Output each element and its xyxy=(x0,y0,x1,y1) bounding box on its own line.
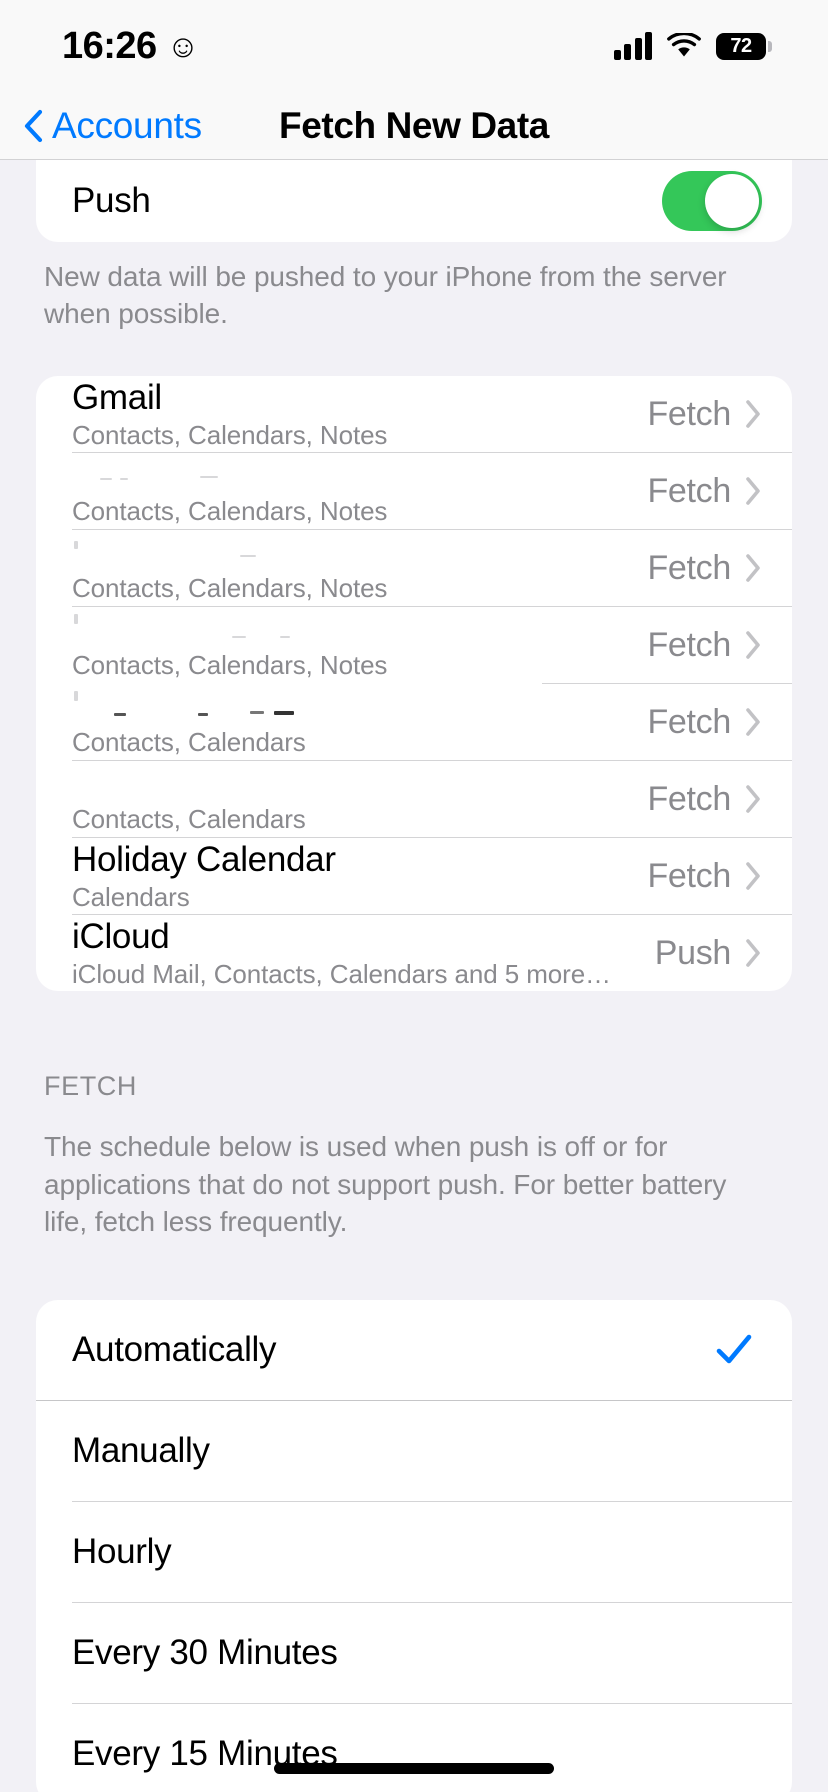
checkmark-icon xyxy=(714,1330,754,1370)
account-title-redacted xyxy=(72,764,647,802)
account-row-redacted-4[interactable]: Contacts, Calendars Fetch xyxy=(36,684,792,760)
cellular-signal-icon xyxy=(613,32,652,60)
account-subtitle: Calendars xyxy=(72,881,190,912)
push-card: Push xyxy=(36,160,792,242)
account-subtitle: Contacts, Calendars, Notes xyxy=(72,572,388,603)
account-row-redacted-1[interactable]: Contacts, Calendars, Notes Fetch xyxy=(36,453,792,529)
status-bar-clock: 16:26 xyxy=(62,24,157,67)
chevron-right-icon xyxy=(745,784,762,814)
account-row-main: Contacts, Calendars xyxy=(72,764,647,835)
account-value: Fetch xyxy=(647,856,731,895)
account-row-redacted-5[interactable]: Contacts, Calendars Fetch xyxy=(36,761,792,837)
fetch-schedule-card: Automatically Manually Hourly Every 30 M… xyxy=(36,1300,792,1792)
push-label: Push xyxy=(72,181,151,220)
account-subtitle: Contacts, Calendars xyxy=(72,726,306,757)
battery-tip xyxy=(768,40,772,52)
battery-percent-label: 72 xyxy=(716,32,766,60)
account-value: Fetch xyxy=(647,394,731,433)
chevron-right-icon xyxy=(745,476,762,506)
push-toggle[interactable] xyxy=(662,171,762,231)
account-subtitle: Contacts, Calendars, Notes xyxy=(72,419,388,450)
account-row-main: iCloud iCloud Mail, Contacts, Calendars … xyxy=(72,917,655,990)
fetch-option-automatically[interactable]: Automatically xyxy=(36,1300,792,1400)
account-row-main: Contacts, Calendars xyxy=(72,687,647,758)
push-toggle-knob xyxy=(705,174,759,228)
account-title: Gmail xyxy=(72,377,162,417)
fetch-option-label: Automatically xyxy=(72,1330,277,1370)
account-subtitle: Contacts, Calendars, Notes xyxy=(72,649,388,680)
account-value: Push xyxy=(654,933,732,972)
fetch-option-every-30-minutes[interactable]: Every 30 Minutes xyxy=(36,1603,792,1703)
home-indicator[interactable] xyxy=(274,1763,554,1774)
chevron-right-icon xyxy=(745,399,762,429)
battery-icon: 72 xyxy=(716,32,772,61)
chevron-right-icon xyxy=(745,938,762,968)
chevron-right-icon xyxy=(745,707,762,737)
account-row-main: Holiday Calendar Calendars xyxy=(72,840,647,913)
account-subtitle: Contacts, Calendars, Notes xyxy=(72,495,388,526)
push-footnote: New data will be pushed to your iPhone f… xyxy=(44,261,727,330)
account-value: Fetch xyxy=(647,625,731,664)
back-button[interactable]: Accounts xyxy=(0,105,202,147)
account-title-redacted xyxy=(72,456,647,494)
settings-scroll-view[interactable]: Push New data will be pushed to your iPh… xyxy=(0,160,828,1792)
account-value: Fetch xyxy=(647,471,731,510)
account-subtitle: iCloud Mail, Contacts, Calendars and 5 m… xyxy=(72,958,611,989)
fetch-option-manually[interactable]: Manually xyxy=(36,1401,792,1501)
account-value: Fetch xyxy=(647,548,731,587)
account-row-main: Contacts, Calendars, Notes xyxy=(72,610,647,681)
fetch-section-header: FETCH xyxy=(44,1071,137,1102)
account-row-gmail[interactable]: Gmail Contacts, Calendars, Notes Fetch xyxy=(36,376,792,452)
chevron-right-icon xyxy=(745,630,762,660)
fetch-option-hourly[interactable]: Hourly xyxy=(36,1502,792,1602)
account-title: iCloud xyxy=(72,916,170,956)
wifi-icon xyxy=(667,31,701,59)
fetch-option-label: Every 30 Minutes xyxy=(72,1633,338,1673)
status-bar-right: 72 xyxy=(613,31,772,61)
account-row-icloud[interactable]: iCloud iCloud Mail, Contacts, Calendars … xyxy=(36,915,792,991)
chevron-right-icon xyxy=(745,553,762,583)
account-title-redacted xyxy=(72,610,647,648)
account-title-redacted xyxy=(72,687,647,725)
status-bar: 16:26 ☺ 72 xyxy=(0,0,828,92)
account-row-redacted-3[interactable]: Contacts, Calendars, Notes Fetch xyxy=(36,607,792,683)
account-row-main: Contacts, Calendars, Notes xyxy=(72,456,647,527)
chevron-right-icon xyxy=(745,861,762,891)
account-title-redacted xyxy=(72,533,647,571)
account-subtitle: Contacts, Calendars xyxy=(72,803,306,834)
account-value: Fetch xyxy=(647,779,731,818)
back-button-label: Accounts xyxy=(52,104,202,146)
account-row-holiday-calendar[interactable]: Holiday Calendar Calendars Fetch xyxy=(36,838,792,914)
navigation-bar: Accounts Fetch New Data xyxy=(0,92,828,160)
fetch-section-description: The schedule below is used when push is … xyxy=(44,1131,727,1237)
fetch-option-every-15-minutes[interactable]: Every 15 Minutes xyxy=(36,1704,792,1792)
fetch-option-label: Manually xyxy=(72,1431,210,1471)
chevron-left-icon xyxy=(22,109,44,143)
push-row-main: Push xyxy=(72,181,662,221)
accounts-card: Gmail Contacts, Calendars, Notes Fetch C… xyxy=(36,376,792,992)
account-title: Holiday Calendar xyxy=(72,839,336,879)
push-row[interactable]: Push xyxy=(36,160,792,242)
account-row-main: Gmail Contacts, Calendars, Notes xyxy=(72,378,647,451)
smiley-face-icon: ☺ xyxy=(166,28,200,64)
status-bar-left: 16:26 ☺ xyxy=(62,25,199,68)
account-row-redacted-2[interactable]: Contacts, Calendars, Notes Fetch xyxy=(36,530,792,606)
fetch-option-label: Hourly xyxy=(72,1532,172,1572)
account-value: Fetch xyxy=(647,702,731,741)
account-row-main: Contacts, Calendars, Notes xyxy=(72,533,647,604)
